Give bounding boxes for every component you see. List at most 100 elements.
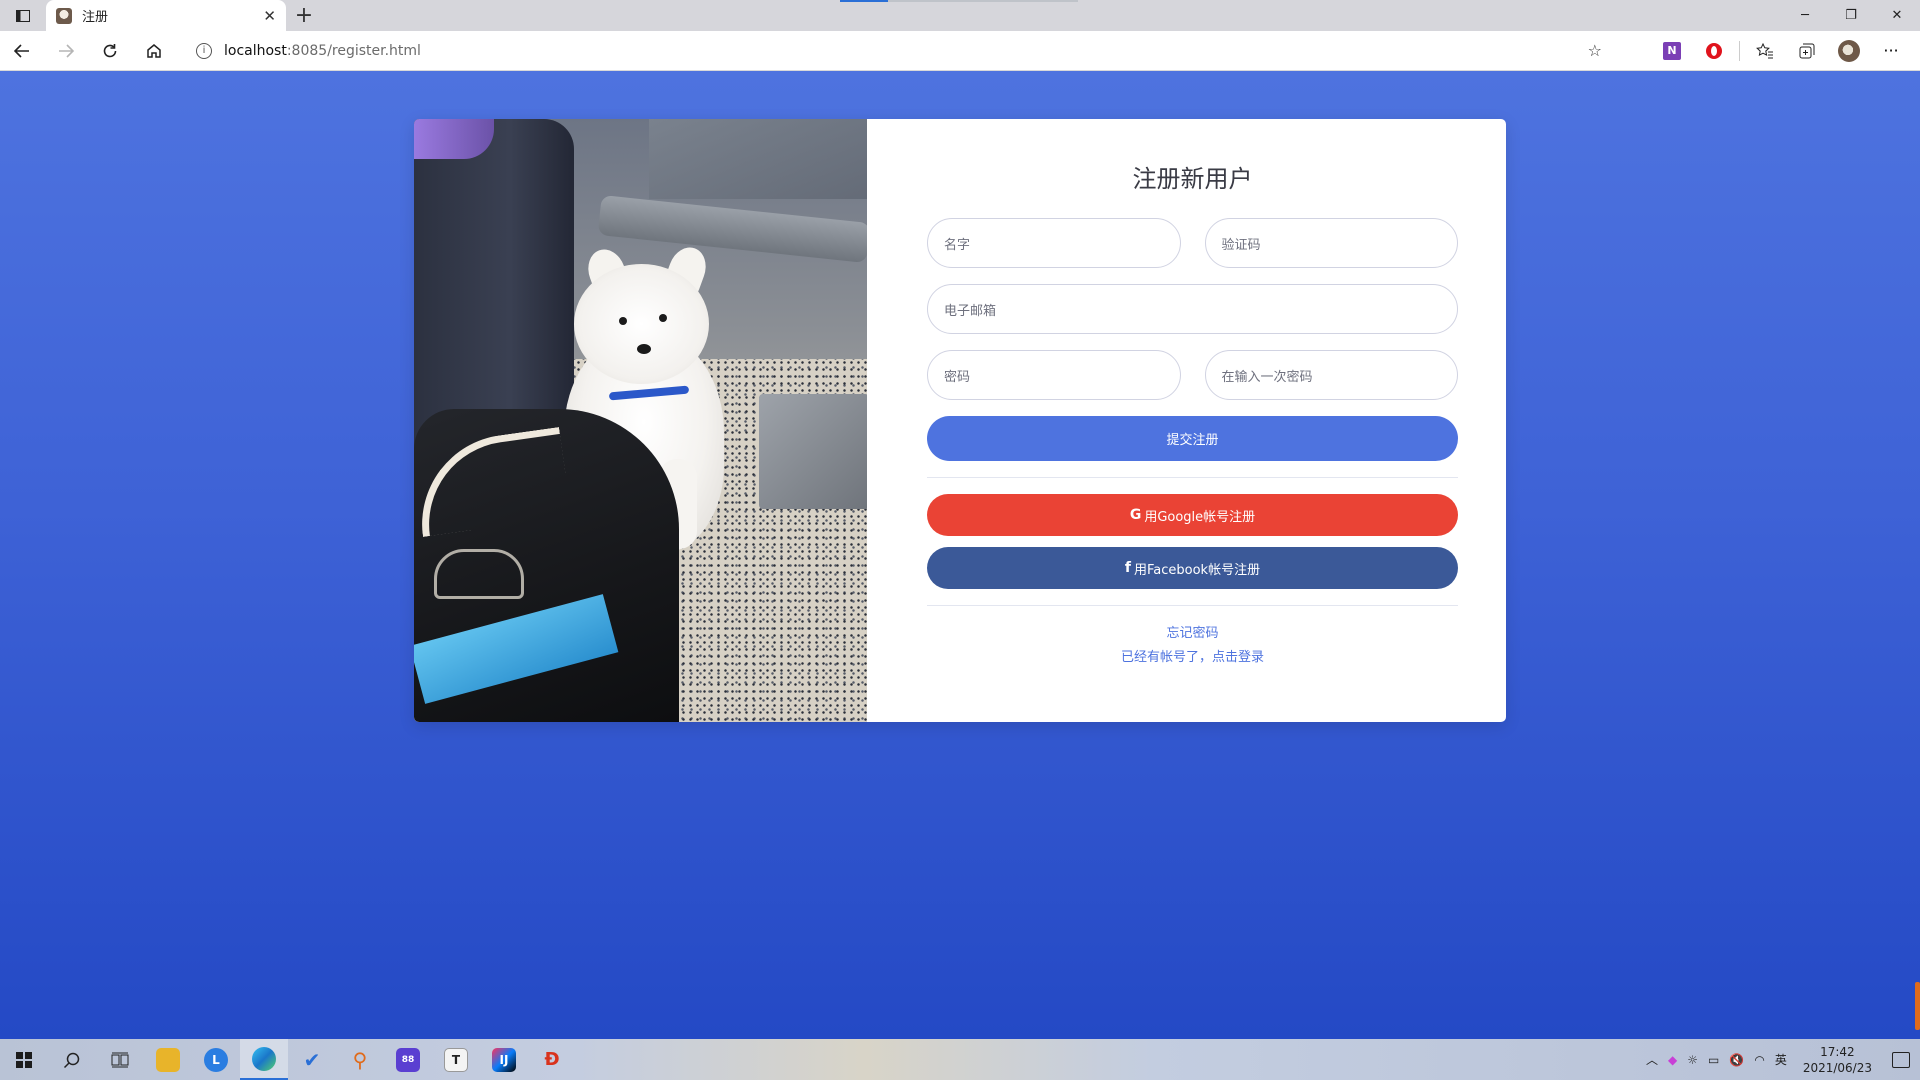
- taskbar: L ✔ ⚲ 88 T IJ Ð ︿ ◆ ☼ ▭ 🔇 ◠ 英 17:42 2021…: [0, 1039, 1920, 1080]
- tab-favicon-icon: [56, 7, 72, 24]
- tray-chevron-icon[interactable]: ︿: [1646, 1051, 1658, 1068]
- close-window-button[interactable]: ✕: [1874, 0, 1920, 31]
- grid-app-icon: 88: [396, 1047, 420, 1072]
- system-tray: ︿ ◆ ☼ ▭ 🔇 ◠ 英 17:42 2021/06/23: [1646, 1044, 1920, 1076]
- wifi-icon[interactable]: ◠: [1754, 1053, 1764, 1067]
- google-icon: G: [1129, 507, 1142, 523]
- first-name-input[interactable]: 名字: [927, 218, 1181, 268]
- search-app-button[interactable]: ⚲: [336, 1039, 384, 1080]
- typora-icon: T: [444, 1047, 468, 1072]
- clock-date: 2021/06/23: [1802, 1060, 1872, 1075]
- email-input[interactable]: 电子邮箱: [927, 284, 1458, 334]
- register-form: 注册新用户 名字 验证码 电子邮箱 密码 在输入一次密码 提交注册 G 用Goo…: [867, 119, 1506, 722]
- page-background: 注册新用户 名字 验证码 电子邮箱 密码 在输入一次密码 提交注册 G 用Goo…: [0, 71, 1920, 1039]
- facebook-icon: f: [1124, 560, 1131, 576]
- extensions-area: N ···: [1655, 36, 1920, 66]
- tab-actions-icon: [16, 9, 30, 22]
- new-tab-button[interactable]: +: [286, 0, 322, 31]
- red-app-icon: Ð: [544, 1049, 560, 1070]
- refresh-icon: [103, 43, 117, 57]
- app-d-button[interactable]: Ð: [528, 1039, 576, 1080]
- volume-muted-icon[interactable]: 🔇: [1729, 1053, 1744, 1067]
- opera-extension-button[interactable]: [1697, 36, 1731, 66]
- password-input[interactable]: 密码: [927, 350, 1181, 400]
- form-title: 注册新用户: [1132, 165, 1253, 193]
- onenote-icon: N: [1663, 41, 1681, 60]
- app-l-button[interactable]: L: [192, 1039, 240, 1080]
- file-explorer-button[interactable]: [144, 1039, 192, 1080]
- email-row: 电子邮箱: [927, 284, 1458, 334]
- repeat-password-input[interactable]: 在输入一次密码: [1204, 350, 1458, 400]
- url-field[interactable]: i localhost:8085/register.html ☆: [184, 36, 1614, 66]
- url-path: :8085/register.html: [286, 42, 421, 59]
- tray-app-icon[interactable]: ◆: [1668, 1053, 1677, 1067]
- restore-button[interactable]: ❐: [1828, 0, 1874, 31]
- home-button[interactable]: [132, 31, 176, 71]
- google-register-button[interactable]: G 用Google帐号注册: [927, 494, 1458, 536]
- magnifier-app-icon: ⚲: [352, 1047, 368, 1072]
- checkmark-icon: ✔: [303, 1047, 321, 1072]
- tab-title: 注册: [82, 10, 109, 25]
- login-link[interactable]: 已经有帐号了，点击登录: [927, 646, 1458, 670]
- google-register-label: 用Google帐号注册: [1144, 509, 1256, 525]
- back-button[interactable]: [0, 31, 44, 71]
- typora-button[interactable]: T: [432, 1039, 480, 1080]
- tab-actions-button[interactable]: [0, 0, 46, 31]
- folder-icon: [156, 1047, 180, 1072]
- refresh-button[interactable]: [88, 31, 132, 71]
- tab-indicator: [840, 0, 888, 2]
- name-captcha-row: 名字 验证码: [927, 218, 1458, 268]
- search-button[interactable]: [48, 1039, 96, 1080]
- forward-button[interactable]: [44, 31, 88, 71]
- clock[interactable]: 17:42 2021/06/23: [1803, 1044, 1872, 1076]
- profile-avatar: [1838, 39, 1860, 62]
- password-row: 密码 在输入一次密码: [927, 350, 1458, 400]
- browser-tab-bar: 注册 ✕ + ─ ❐ ✕: [0, 0, 1920, 31]
- favorites-button[interactable]: [1748, 36, 1782, 66]
- home-icon: [147, 43, 161, 58]
- search-icon: [63, 1052, 80, 1068]
- intellij-button[interactable]: IJ: [480, 1039, 528, 1080]
- start-button[interactable]: [0, 1039, 48, 1080]
- facebook-register-button[interactable]: f 用Facebook帐号注册: [927, 547, 1458, 589]
- tab-indicator-secondary: [888, 0, 1078, 2]
- forward-arrow-icon: [59, 43, 74, 58]
- brightness-icon[interactable]: ☼: [1687, 1053, 1698, 1067]
- captcha-input[interactable]: 验证码: [1204, 218, 1458, 268]
- form-links: 忘记密码 已经有帐号了，点击登录: [927, 622, 1458, 670]
- todo-button[interactable]: ✔: [288, 1039, 336, 1080]
- tab-close-icon[interactable]: ✕: [263, 7, 276, 25]
- register-card: 注册新用户 名字 验证码 电子邮箱 密码 在输入一次密码 提交注册 G 用Goo…: [414, 119, 1506, 722]
- url-host: localhost: [224, 42, 287, 59]
- windows-logo-icon: [16, 1051, 32, 1068]
- add-favorite-icon[interactable]: ☆: [1588, 41, 1602, 60]
- forgot-password-link[interactable]: 忘记密码: [927, 622, 1458, 646]
- toolbar-separator: [1739, 40, 1740, 61]
- edge-icon: [252, 1046, 276, 1071]
- favorites-icon: [1756, 42, 1773, 58]
- submit-register-button[interactable]: 提交注册: [927, 416, 1458, 461]
- onenote-extension-button[interactable]: N: [1655, 36, 1689, 66]
- browser-tab-active[interactable]: 注册 ✕: [46, 0, 286, 31]
- browser-address-bar: i localhost:8085/register.html ☆ N ···: [0, 31, 1920, 71]
- minimize-button[interactable]: ─: [1782, 0, 1828, 31]
- task-view-button[interactable]: [96, 1039, 144, 1080]
- back-arrow-icon: [14, 43, 29, 58]
- collections-icon: [1799, 43, 1815, 58]
- register-image: [414, 119, 867, 722]
- collections-button[interactable]: [1790, 36, 1824, 66]
- facebook-register-label: 用Facebook帐号注册: [1134, 562, 1261, 578]
- battery-icon[interactable]: ▭: [1708, 1053, 1719, 1067]
- notification-center-icon[interactable]: [1892, 1051, 1910, 1068]
- scrollbar-thumb[interactable]: [1915, 982, 1920, 1030]
- intellij-icon: IJ: [492, 1047, 516, 1072]
- ime-indicator[interactable]: 英: [1775, 1051, 1787, 1068]
- clock-time: 17:42: [1820, 1044, 1855, 1059]
- divider-bottom: [927, 605, 1458, 606]
- settings-more-button[interactable]: ···: [1874, 36, 1908, 66]
- edge-button[interactable]: [240, 1039, 288, 1080]
- divider-top: [927, 477, 1458, 478]
- profile-button[interactable]: [1832, 36, 1866, 66]
- site-info-icon[interactable]: i: [196, 42, 212, 59]
- app-qr-button[interactable]: 88: [384, 1039, 432, 1080]
